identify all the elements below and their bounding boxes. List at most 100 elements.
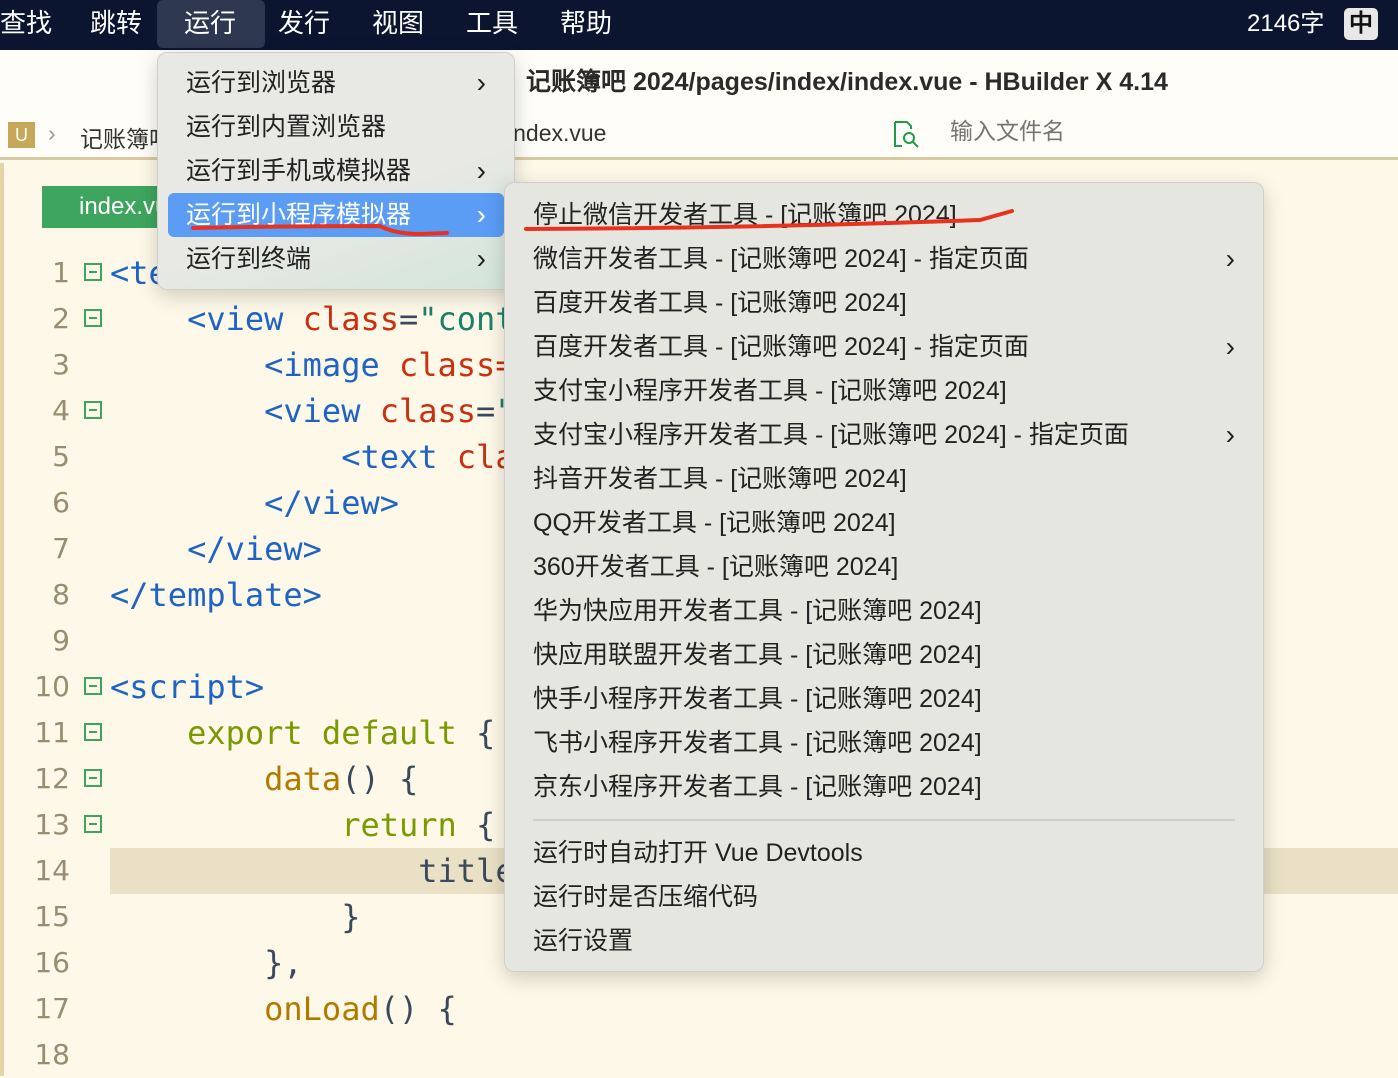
miniprogram-submenu: 停止微信开发者工具 - [记账簿吧 2024] 微信开发者工具 - [记账簿吧 2… bbox=[504, 182, 1264, 972]
run-menu-item[interactable]: 运行到终端 › bbox=[168, 237, 504, 281]
menu-item-label: 华为快应用开发者工具 - [记账簿吧 2024] bbox=[533, 597, 982, 625]
line-number: 12 bbox=[34, 762, 70, 795]
code-token: export default bbox=[187, 714, 477, 752]
menu-item-label: 运行到手机或模拟器 bbox=[186, 157, 412, 185]
menu-item-label: 支付宝小程序开发者工具 - [记账簿吧 2024] - 指定页面 bbox=[533, 421, 1129, 449]
line-number: 5 bbox=[52, 440, 70, 473]
submenu-item[interactable]: 抖音开发者工具 - [记账簿吧 2024] bbox=[515, 457, 1253, 501]
menu-item-label: 运行到内置浏览器 bbox=[186, 113, 387, 141]
chevron-right-icon: › bbox=[1225, 419, 1235, 450]
file-search-input[interactable] bbox=[950, 118, 1250, 145]
fold-toggle-icon[interactable] bbox=[84, 677, 102, 695]
submenu-item[interactable]: 飞书小程序开发者工具 - [记账簿吧 2024] bbox=[515, 721, 1253, 765]
chevron-right-icon: › bbox=[476, 199, 486, 230]
fold-toggle-icon[interactable] bbox=[84, 401, 102, 419]
code-token: return bbox=[341, 806, 477, 844]
submenu-item[interactable]: 快手小程序开发者工具 - [记账簿吧 2024] bbox=[515, 677, 1253, 721]
fold-toggle-icon[interactable] bbox=[84, 769, 102, 787]
code-line[interactable]: 18 bbox=[4, 1032, 1398, 1078]
line-number: 15 bbox=[34, 900, 70, 933]
fold-toggle-icon[interactable] bbox=[84, 309, 102, 327]
run-menu-item[interactable]: 运行到内置浏览器 bbox=[168, 105, 504, 149]
submenu-item[interactable]: 百度开发者工具 - [记账簿吧 2024] bbox=[515, 281, 1253, 325]
menu-item-label: 运行到终端 bbox=[186, 245, 312, 273]
run-menu-item[interactable]: 运行到浏览器 › bbox=[168, 61, 504, 105]
run-menu-item[interactable]: 运行到小程序模拟器 › bbox=[168, 193, 504, 237]
code-token: class= bbox=[398, 346, 515, 384]
code-token: </view> bbox=[187, 530, 322, 568]
line-number: 14 bbox=[34, 854, 70, 887]
fold-toggle-icon[interactable] bbox=[84, 263, 102, 281]
chevron-right-icon: › bbox=[48, 120, 56, 146]
menu-item-label: 停止微信开发者工具 - [记账簿吧 2024] bbox=[533, 201, 957, 229]
code-token: { bbox=[476, 714, 496, 752]
menu-item-label: 京东小程序开发者工具 - [记账簿吧 2024] bbox=[533, 773, 982, 801]
submenu-item[interactable]: QQ开发者工具 - [记账簿吧 2024] bbox=[515, 501, 1253, 545]
submenu-item[interactable]: 快应用联盟开发者工具 - [记账簿吧 2024] bbox=[515, 633, 1253, 677]
tab-index-vue[interactable]: index.vue bbox=[42, 186, 172, 228]
submenu-item[interactable]: 京东小程序开发者工具 - [记账簿吧 2024] bbox=[515, 765, 1253, 809]
line-number: 4 bbox=[52, 394, 70, 427]
submenu-item[interactable]: 支付宝小程序开发者工具 - [记账簿吧 2024] bbox=[515, 369, 1253, 413]
chevron-right-icon: › bbox=[476, 243, 486, 274]
breadcrumb-file[interactable]: index.vue bbox=[508, 120, 606, 147]
code-token: <script> bbox=[110, 668, 265, 706]
input-method-indicator[interactable]: 中 bbox=[1344, 8, 1378, 40]
menu-item-label: 抖音开发者工具 - [记账簿吧 2024] bbox=[533, 465, 907, 493]
line-number: 6 bbox=[52, 486, 70, 519]
submenu-setting-item[interactable]: 运行设置 bbox=[515, 919, 1253, 963]
code-token: <view bbox=[264, 392, 380, 430]
code-token: class bbox=[302, 300, 399, 338]
code-token: </template> bbox=[110, 576, 322, 614]
code-token: onLoad bbox=[264, 990, 380, 1028]
menu-2[interactable]: 运行 bbox=[157, 0, 265, 48]
line-number: 1 bbox=[52, 256, 70, 289]
submenu-item[interactable]: 微信开发者工具 - [记账簿吧 2024] - 指定页面 › bbox=[515, 237, 1253, 281]
menubar: 查找 跳转 运行 发行 视图 工具 帮助 bbox=[0, 0, 1398, 50]
code-line[interactable]: 17 onLoad() { bbox=[4, 986, 1398, 1032]
code-token: title bbox=[110, 852, 515, 890]
code-token: () { bbox=[341, 760, 419, 798]
code-token: "cont bbox=[418, 300, 515, 338]
submenu-item[interactable]: 停止微信开发者工具 - [记账簿吧 2024] bbox=[515, 193, 1253, 237]
line-number: 7 bbox=[52, 532, 70, 565]
code-token: } bbox=[110, 898, 361, 936]
menu-item-label: 微信开发者工具 - [记账簿吧 2024] - 指定页面 bbox=[533, 245, 1029, 273]
file-search-icon[interactable] bbox=[892, 120, 922, 150]
line-number: 16 bbox=[34, 946, 70, 979]
code-token: <text bbox=[341, 438, 457, 476]
menu-5[interactable]: 工具 bbox=[466, 0, 518, 48]
fold-toggle-icon[interactable] bbox=[84, 723, 102, 741]
submenu-item[interactable]: 360开发者工具 - [记账簿吧 2024] bbox=[515, 545, 1253, 589]
menu-6[interactable]: 帮助 bbox=[560, 0, 612, 48]
code-token: }, bbox=[110, 944, 303, 982]
submenu-setting-item[interactable]: 运行时自动打开 Vue Devtools bbox=[515, 831, 1253, 875]
menu-item-label: 百度开发者工具 - [记账簿吧 2024] bbox=[533, 289, 907, 317]
line-number: 18 bbox=[34, 1038, 70, 1071]
fold-toggle-icon[interactable] bbox=[84, 815, 102, 833]
line-number: 10 bbox=[34, 670, 70, 703]
window-title: 记账簿吧 2024/pages/index/index.vue - HBuild… bbox=[526, 68, 1168, 96]
menu-separator bbox=[533, 819, 1235, 821]
run-menu-item[interactable]: 运行到手机或模拟器 › bbox=[168, 149, 504, 193]
menu-4[interactable]: 视图 bbox=[372, 0, 424, 48]
submenu-item[interactable]: 百度开发者工具 - [记账簿吧 2024] - 指定页面 › bbox=[515, 325, 1253, 369]
menu-1[interactable]: 跳转 bbox=[90, 0, 142, 48]
submenu-item[interactable]: 支付宝小程序开发者工具 - [记账簿吧 2024] - 指定页面 › bbox=[515, 413, 1253, 457]
code-token: <image bbox=[264, 346, 399, 384]
submenu-setting-item[interactable]: 运行时是否压缩代码 bbox=[515, 875, 1253, 919]
menu-item-label: 360开发者工具 - [记账簿吧 2024] bbox=[533, 553, 899, 581]
menu-item-label: QQ开发者工具 - [记账簿吧 2024] bbox=[533, 509, 896, 537]
menu-3[interactable]: 发行 bbox=[278, 0, 330, 48]
menu-0[interactable]: 查找 bbox=[0, 0, 52, 48]
menu-item-label: 运行到小程序模拟器 bbox=[186, 201, 412, 229]
submenu-item[interactable]: 华为快应用开发者工具 - [记账簿吧 2024] bbox=[515, 589, 1253, 633]
code-token: <view bbox=[187, 300, 303, 338]
